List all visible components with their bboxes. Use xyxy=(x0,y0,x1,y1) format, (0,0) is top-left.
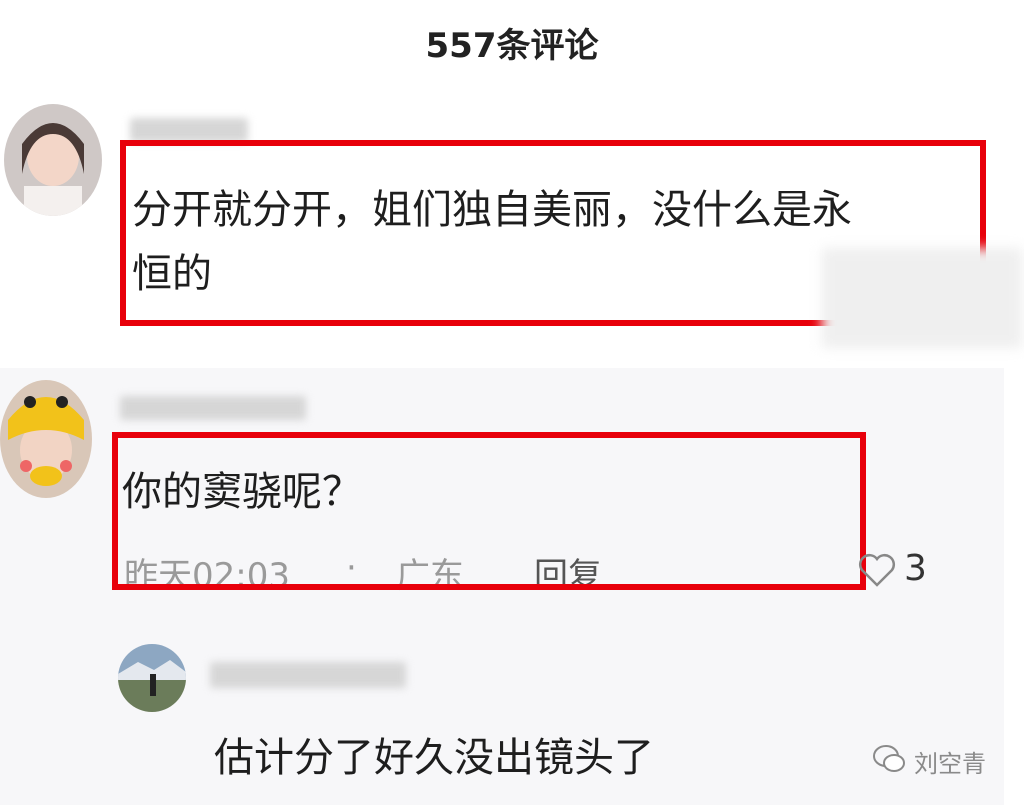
wechat-icon xyxy=(872,744,906,774)
like-count: 3 xyxy=(904,548,927,589)
highlight-box xyxy=(112,432,866,590)
username-blurred xyxy=(130,118,248,142)
watermark-label: 刘空青 xyxy=(914,750,986,778)
avatar[interactable] xyxy=(4,104,102,216)
blur-smudge xyxy=(822,248,1022,348)
username-blurred xyxy=(120,396,306,420)
avatar[interactable] xyxy=(0,380,92,498)
avatar[interactable] xyxy=(118,644,186,712)
comment-count-title: 557条评论 xyxy=(425,26,599,66)
username-blurred xyxy=(210,662,406,688)
reply-text: 估计分了好久没出镜头了 xyxy=(214,735,654,781)
heart-icon[interactable] xyxy=(858,552,896,588)
